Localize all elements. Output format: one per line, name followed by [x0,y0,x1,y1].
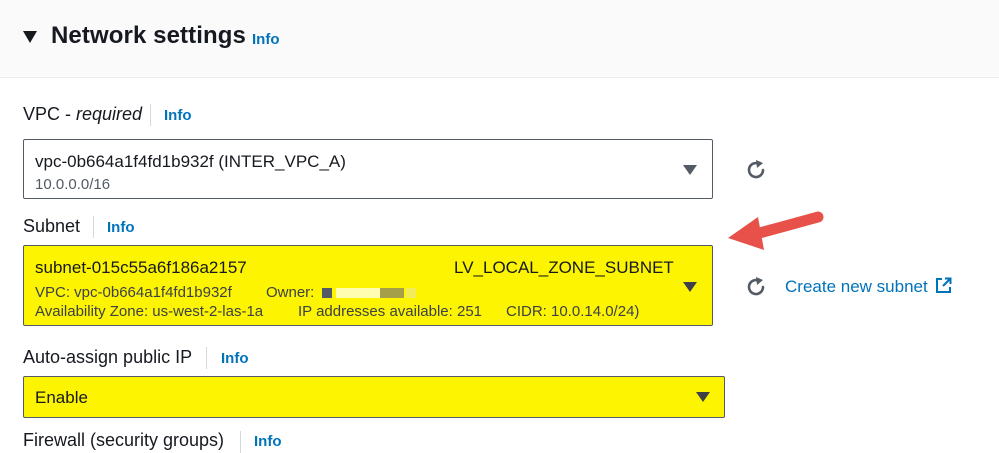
divider [240,431,241,453]
refresh-icon[interactable] [744,275,768,299]
subnet-select[interactable]: subnet-015c55a6f186a2157 LV_LOCAL_ZONE_S… [23,245,713,326]
create-new-subnet-link[interactable]: Create new subnet [785,277,952,297]
firewall-info-link[interactable]: Info [254,433,282,450]
subnet-owner-label: Owner: [266,284,315,301]
redacted-block [322,288,332,298]
vpc-select[interactable]: vpc-0b664a1f4fd1b932f (INTER_VPC_A) 10.0… [23,139,713,199]
firewall-label: Firewall (security groups) [23,430,225,450]
chevron-down-icon [683,165,697,175]
refresh-icon[interactable] [744,158,768,182]
vpc-info-link[interactable]: Info [164,107,192,124]
create-new-subnet-label: Create new subnet [785,277,928,296]
public-ip-info-link[interactable]: Info [221,350,249,367]
section-header[interactable]: Network settings Info [0,0,999,78]
caret-down-icon[interactable] [22,30,38,44]
public-ip-select[interactable]: Enable [23,376,725,418]
divider [150,104,151,126]
section-title: Network settings [51,22,246,49]
external-link-icon [936,277,952,293]
chevron-down-icon [696,392,710,402]
subnet-select-value: subnet-015c55a6f186a2157 [35,258,247,277]
vpc-select-value: vpc-0b664a1f4fd1b932f (INTER_VPC_A) [35,152,346,171]
redacted-block [380,288,404,298]
subnet-cidr: CIDR: 10.0.14.0/24) [506,303,640,320]
vpc-label: VPC - required [23,104,143,124]
subnet-availability-zone: Availability Zone: us-west-2-las-1a [35,303,264,320]
divider [206,347,207,369]
public-ip-select-value: Enable [35,388,88,407]
subnet-label: Subnet [23,216,81,236]
chevron-down-icon [683,282,697,292]
subnet-name: LV_LOCAL_ZONE_SUBNET [454,258,674,277]
vpc-select-cidr: 10.0.0.0/16 [35,176,111,193]
annotation-arrow-icon [728,211,824,250]
section-info-link[interactable]: Info [252,31,280,48]
subnet-info-link[interactable]: Info [107,219,135,236]
divider [93,216,94,238]
subnet-vpc: VPC: vpc-0b664a1f4fd1b932f [35,284,232,301]
redacted-block [406,288,416,298]
subnet-ip-available: IP addresses available: 251 [298,303,483,320]
public-ip-label: Auto-assign public IP [23,347,193,367]
